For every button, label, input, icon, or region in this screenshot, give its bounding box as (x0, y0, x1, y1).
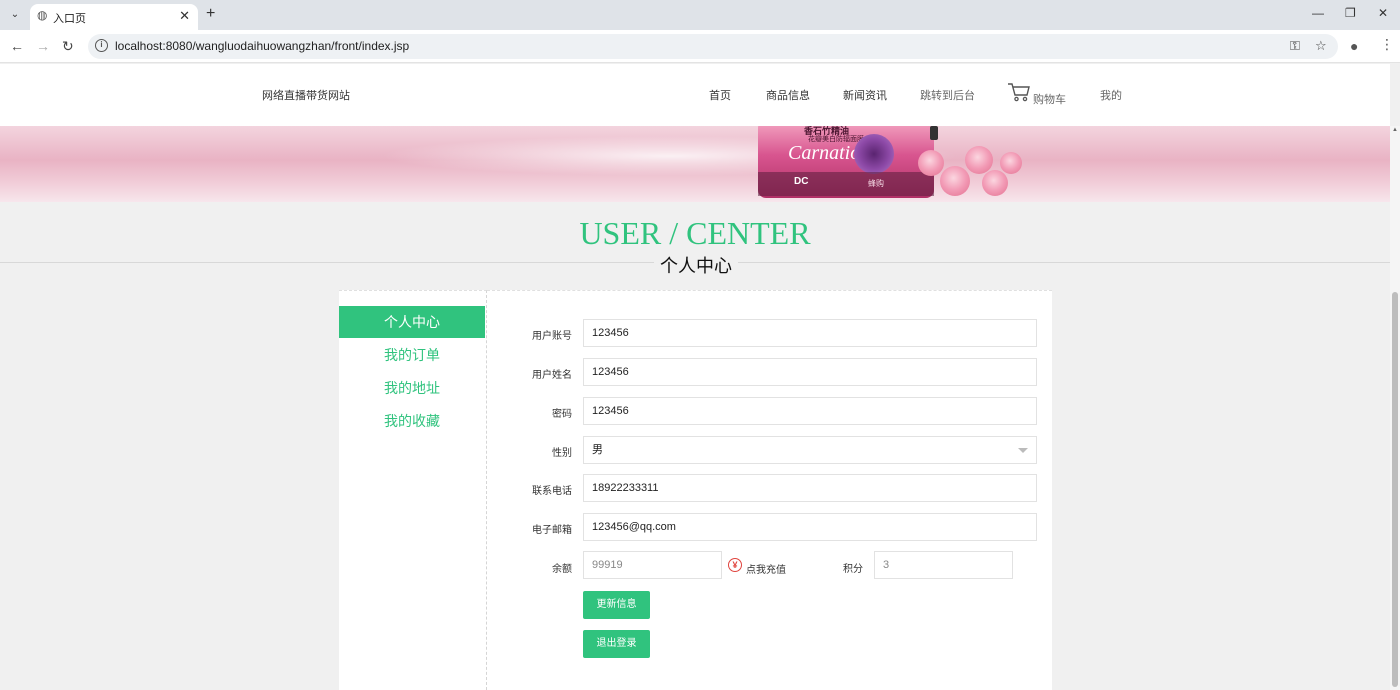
browser-tab[interactable]: ◍ 入口页 ✕ (30, 4, 198, 30)
url-text: localhost:8080/wangluodaihuowangzhan/fro… (115, 39, 410, 53)
rose-decoration (940, 166, 970, 196)
gender-select[interactable]: 男 (583, 436, 1037, 464)
user-sidebar: 个人中心 我的订单 我的地址 我的收藏 (339, 290, 487, 690)
points-label: 积分 (843, 564, 863, 575)
logout-button[interactable]: 退出登录 (583, 630, 650, 658)
nav-mine[interactable]: 我的 (1100, 87, 1122, 103)
points-input[interactable] (874, 551, 1013, 579)
phone-label: 联系电话 (532, 486, 572, 497)
update-info-button[interactable]: 更新信息 (583, 591, 650, 619)
rose-decoration (918, 150, 944, 176)
yen-recharge-icon[interactable]: ¥ (728, 558, 742, 572)
site-header: 网络直播带货网站 首页 商品信息 新闻资讯 跳转到后台 购物车 我的 (0, 64, 1390, 126)
recharge-link[interactable]: 点我充值 (746, 561, 786, 576)
scroll-thumb[interactable] (1392, 292, 1398, 687)
page-title: USER / CENTER (579, 215, 811, 251)
site-name: 网络直播带货网站 (262, 90, 350, 102)
close-window-icon[interactable]: ✕ (1378, 6, 1388, 20)
site-info-icon[interactable]: i (95, 39, 108, 52)
flower-icon (854, 134, 894, 174)
minimize-icon[interactable]: — (1312, 6, 1324, 20)
account-input[interactable] (583, 319, 1037, 347)
password-input[interactable] (583, 397, 1037, 425)
balance-label: 余额 (552, 564, 572, 575)
phone-input[interactable] (583, 474, 1037, 502)
password-label: 密码 (552, 409, 572, 420)
cart-icon[interactable] (1007, 82, 1031, 102)
balance-input[interactable] (583, 551, 722, 579)
chevron-down-icon (1018, 448, 1028, 453)
nav-products[interactable]: 商品信息 (766, 87, 810, 103)
nav-admin[interactable]: 跳转到后台 (920, 87, 975, 103)
scroll-up-icon[interactable]: ▲ (1392, 127, 1398, 133)
browser-toolbar: ← → ↻ i localhost:8080/wangluodaihuowang… (0, 30, 1400, 63)
page-scrollbar[interactable]: ▲ (1390, 126, 1400, 690)
new-tab-icon[interactable]: + (206, 5, 215, 23)
tab-search-chevron-icon[interactable]: ⌄ (6, 6, 24, 24)
rose-decoration (982, 170, 1008, 196)
sidebar-item-profile[interactable]: 个人中心 (339, 306, 485, 338)
close-tab-icon[interactable]: ✕ (179, 8, 190, 24)
account-label: 用户账号 (532, 331, 572, 342)
gender-value: 男 (592, 444, 603, 456)
rose-decoration (965, 146, 993, 174)
forward-icon[interactable]: → (36, 38, 50, 54)
address-bar[interactable]: i localhost:8080/wangluodaihuowangzhan/f… (88, 34, 1338, 59)
password-key-icon[interactable]: ⚿ (1290, 38, 1300, 54)
email-input[interactable] (583, 513, 1037, 541)
gender-label: 性别 (552, 448, 572, 459)
reload-icon[interactable]: ↻ (62, 38, 74, 55)
rose-decoration (1000, 152, 1022, 174)
nav-cart[interactable]: 购物车 (1033, 91, 1066, 107)
globe-icon: ◍ (37, 8, 48, 22)
tab-title: 入口页 (53, 13, 86, 25)
profile-icon[interactable]: ● (1350, 38, 1358, 54)
name-label: 用户姓名 (532, 370, 572, 381)
banner[interactable]: 香石竹精油 花瓣美白防辐面膜 Carnation DC 蜂购 (0, 126, 1390, 202)
bookmark-star-icon[interactable]: ☆ (1315, 38, 1327, 54)
page-subtitle: 个人中心 (654, 252, 738, 278)
name-input[interactable] (583, 358, 1037, 386)
sidebar-item-address[interactable]: 我的地址 (339, 372, 485, 404)
browser-tabbar: ⌄ ◍ 入口页 ✕ + — ❐ ✕ (0, 0, 1400, 30)
back-icon[interactable]: ← (10, 38, 24, 54)
email-label: 电子邮箱 (532, 525, 572, 536)
sidebar-item-favorites[interactable]: 我的收藏 (339, 405, 485, 437)
restore-icon[interactable]: ❐ (1345, 6, 1356, 20)
banner-product-image: 香石竹精油 花瓣美白防辐面膜 Carnation DC 蜂购 (758, 126, 934, 198)
menu-kebab-icon[interactable]: ⋮ (1380, 36, 1394, 53)
nav-home[interactable]: 首页 (709, 87, 731, 103)
sidebar-item-orders[interactable]: 我的订单 (339, 339, 485, 371)
nav-news[interactable]: 新闻资讯 (843, 87, 887, 103)
